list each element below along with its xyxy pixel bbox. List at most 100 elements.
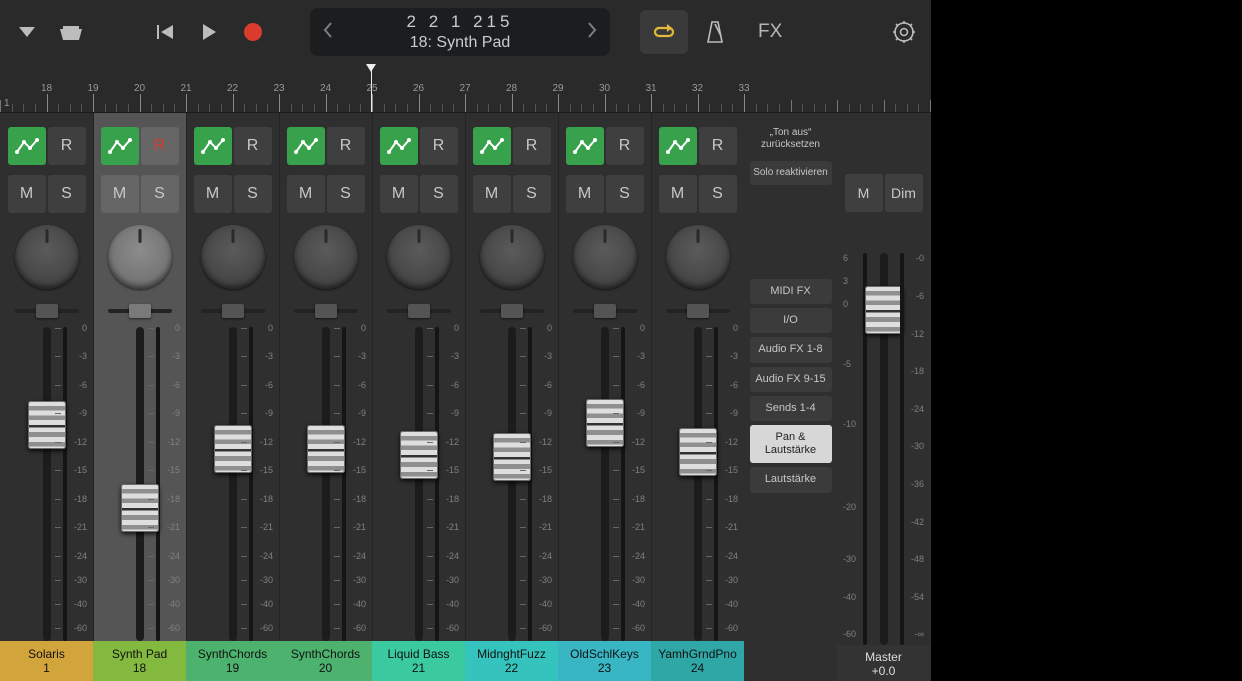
volume-fader[interactable] <box>508 327 516 641</box>
channel-label[interactable]: SynthChords20 <box>279 641 372 681</box>
record-enable-button[interactable]: R <box>420 127 458 165</box>
automation-button[interactable] <box>287 127 325 165</box>
trim-slider[interactable] <box>201 309 265 313</box>
master-fader-cap[interactable] <box>865 286 903 334</box>
go-to-start-button[interactable] <box>148 15 182 49</box>
automation-button[interactable] <box>101 127 139 165</box>
record-enable-button[interactable]: R <box>327 127 365 165</box>
record-enable-button[interactable]: R <box>141 127 179 165</box>
library-icon[interactable] <box>54 15 88 49</box>
trim-slider[interactable] <box>15 309 79 313</box>
pan-knob[interactable] <box>387 225 451 289</box>
menu-dropdown-button[interactable] <box>10 15 44 49</box>
channel-label[interactable]: SynthChords19 <box>186 641 279 681</box>
solo-button[interactable]: S <box>699 175 737 213</box>
channel-label[interactable]: OldSchlKeys23 <box>558 641 651 681</box>
next-patch-button[interactable] <box>582 22 602 43</box>
record-button[interactable] <box>236 15 270 49</box>
automation-button[interactable] <box>473 127 511 165</box>
record-enable-button[interactable]: R <box>513 127 551 165</box>
trim-slider[interactable] <box>294 309 358 313</box>
solo-button[interactable]: S <box>234 175 272 213</box>
pan-knob[interactable] <box>201 225 265 289</box>
channel-strip[interactable]: RMS0-3-6-9-12-15-18-21-24-30-40-60Synth … <box>93 113 186 681</box>
mixer-view-option[interactable]: MIDI FX <box>750 279 832 304</box>
solo-button[interactable]: S <box>327 175 365 213</box>
fader-cap[interactable] <box>121 484 159 532</box>
mute-button[interactable]: M <box>101 175 139 213</box>
trim-slider[interactable] <box>666 309 730 313</box>
fx-button[interactable]: FX <box>758 21 782 43</box>
volume-fader[interactable] <box>601 327 609 641</box>
pan-knob[interactable] <box>294 225 358 289</box>
master-dim-button[interactable]: Dim <box>885 174 923 212</box>
fader-cap[interactable] <box>214 425 252 473</box>
pan-knob[interactable] <box>15 225 79 289</box>
reset-mute-button[interactable]: „Ton aus“ zurücksetzen <box>750 121 832 157</box>
pan-knob[interactable] <box>480 225 544 289</box>
master-mute-button[interactable]: M <box>845 174 883 212</box>
mixer-view-option[interactable]: Pan & Lautstärke <box>750 425 832 463</box>
channel-strip[interactable]: RMS0-3-6-9-12-15-18-21-24-30-40-60OldSch… <box>558 113 651 681</box>
trim-slider[interactable] <box>480 309 544 313</box>
channel-strip[interactable]: RMS0-3-6-9-12-15-18-21-24-30-40-60Solari… <box>0 113 93 681</box>
mixer-view-option[interactable]: Lautstärke <box>750 467 832 492</box>
channel-strip[interactable]: RMS0-3-6-9-12-15-18-21-24-30-40-60Liquid… <box>372 113 465 681</box>
automation-button[interactable] <box>380 127 418 165</box>
fader-cap[interactable] <box>400 431 438 479</box>
mute-button[interactable]: M <box>473 175 511 213</box>
automation-button[interactable] <box>8 127 46 165</box>
mute-button[interactable]: M <box>287 175 325 213</box>
cycle-button[interactable] <box>640 10 688 54</box>
play-button[interactable] <box>192 15 226 49</box>
mixer-view-option[interactable]: Audio FX 9-15 <box>750 367 832 392</box>
mixer-view-option[interactable]: I/O <box>750 308 832 333</box>
solo-button[interactable]: S <box>606 175 644 213</box>
mute-button[interactable]: M <box>8 175 46 213</box>
pan-knob[interactable] <box>666 225 730 289</box>
channel-strip[interactable]: RMS0-3-6-9-12-15-18-21-24-30-40-60SynthC… <box>279 113 372 681</box>
automation-button[interactable] <box>194 127 232 165</box>
channel-strip[interactable]: RMS0-3-6-9-12-15-18-21-24-30-40-60SynthC… <box>186 113 279 681</box>
trim-slider[interactable] <box>108 309 172 313</box>
volume-fader[interactable] <box>136 327 144 641</box>
channel-strip[interactable]: RMS0-3-6-9-12-15-18-21-24-30-40-60YamhGr… <box>651 113 744 681</box>
volume-fader[interactable] <box>415 327 423 641</box>
timeline-ruler[interactable]: 1 18192021222324252627282930313233 <box>0 64 931 113</box>
mute-button[interactable]: M <box>659 175 697 213</box>
record-enable-button[interactable]: R <box>606 127 644 165</box>
mute-button[interactable]: M <box>566 175 604 213</box>
solo-button[interactable]: S <box>48 175 86 213</box>
mute-button[interactable]: M <box>380 175 418 213</box>
prev-patch-button[interactable] <box>318 22 338 43</box>
fader-cap[interactable] <box>493 433 531 481</box>
settings-gear-icon[interactable] <box>887 15 921 49</box>
volume-fader[interactable] <box>43 327 51 641</box>
trim-slider[interactable] <box>387 309 451 313</box>
solo-button[interactable]: S <box>513 175 551 213</box>
mixer-view-option[interactable]: Audio FX 1-8 <box>750 337 832 362</box>
mixer-view-option[interactable]: Sends 1-4 <box>750 396 832 421</box>
mute-button[interactable]: M <box>194 175 232 213</box>
fader-cap[interactable] <box>679 428 717 476</box>
trim-slider[interactable] <box>573 309 637 313</box>
channel-label[interactable]: MidnghtFuzz22 <box>465 641 558 681</box>
automation-button[interactable] <box>659 127 697 165</box>
pan-knob[interactable] <box>573 225 637 289</box>
volume-fader[interactable] <box>322 327 330 641</box>
fader-cap[interactable] <box>307 425 345 473</box>
volume-fader[interactable] <box>229 327 237 641</box>
record-enable-button[interactable]: R <box>699 127 737 165</box>
lcd-display[interactable]: 2 2 1 215 18: Synth Pad <box>310 8 610 56</box>
master-fader[interactable] <box>880 253 888 645</box>
pan-knob[interactable] <box>108 225 172 289</box>
channel-label[interactable]: Solaris1 <box>0 641 93 681</box>
volume-fader[interactable] <box>694 327 702 641</box>
record-enable-button[interactable]: R <box>48 127 86 165</box>
channel-label[interactable]: Liquid Bass21 <box>372 641 465 681</box>
solo-reactivate-button[interactable]: Solo reaktivieren <box>750 161 832 185</box>
channel-label[interactable]: YamhGrndPno24 <box>651 641 744 681</box>
channel-label[interactable]: Synth Pad18 <box>93 641 186 681</box>
solo-button[interactable]: S <box>141 175 179 213</box>
automation-button[interactable] <box>566 127 604 165</box>
